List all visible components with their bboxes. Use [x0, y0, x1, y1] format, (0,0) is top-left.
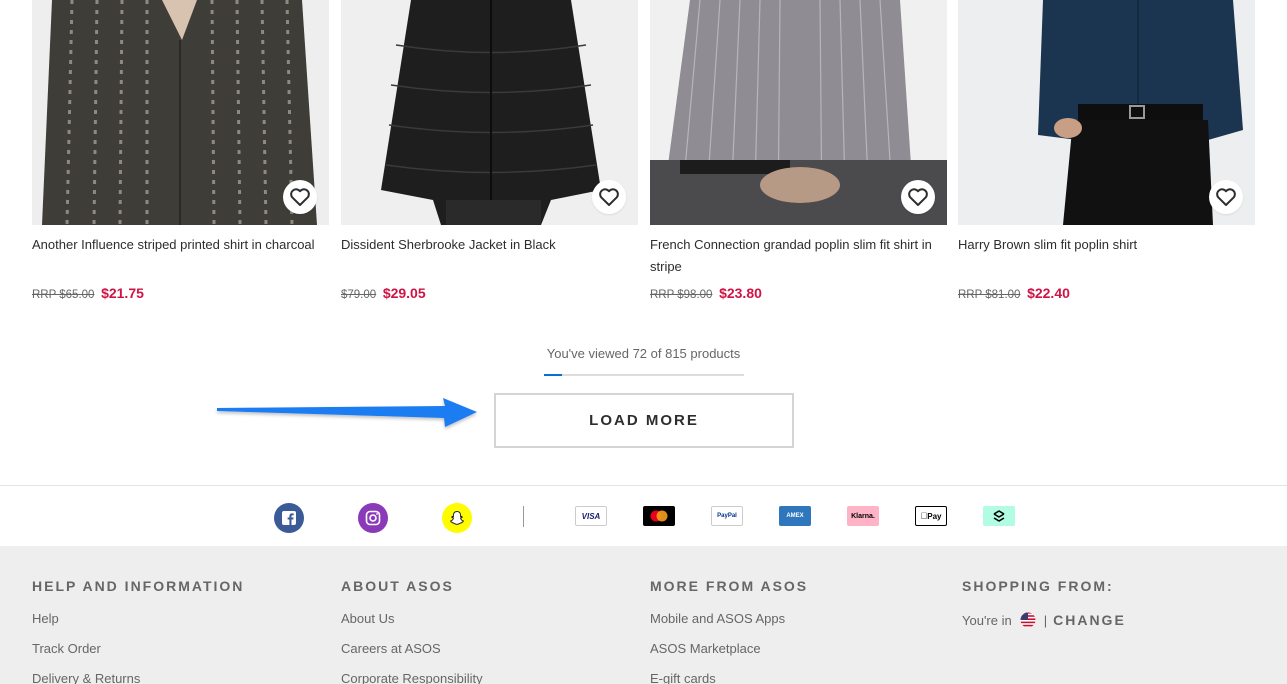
product-image[interactable] [650, 0, 947, 225]
facebook-link[interactable] [274, 503, 304, 533]
product-card[interactable]: Dissident Sherbrooke Jacket in Black $79… [341, 0, 638, 301]
original-price: RRP $81.00 [958, 289, 1021, 301]
instagram-icon [365, 510, 381, 526]
pointer-arrow-icon [217, 398, 477, 427]
separator: | [1043, 612, 1048, 628]
afterpay-icon [983, 506, 1015, 526]
heart-icon [908, 188, 928, 206]
footer-link-egift-cards[interactable]: E-gift cards [650, 672, 808, 684]
heart-icon [599, 188, 619, 206]
footer-link-help[interactable]: Help [32, 612, 244, 642]
product-name[interactable]: French Connection grandad poplin slim fi… [650, 234, 947, 278]
instagram-link[interactable] [358, 503, 388, 533]
footer-heading: MORE FROM ASOS [650, 578, 809, 594]
mastercard-icon [643, 506, 675, 526]
klarna-icon: Klarna. [847, 506, 879, 526]
heart-icon [290, 188, 310, 206]
footer-link-delivery-returns[interactable]: Delivery & Returns [32, 672, 244, 684]
product-card[interactable]: Another Influence striped printed shirt … [32, 0, 329, 301]
shipping-country: You're in | CHANGE [962, 612, 1126, 628]
product-price: RRP $98.00 $23.80 [650, 285, 947, 301]
product-image[interactable] [341, 0, 638, 225]
facebook-icon [282, 511, 296, 525]
footer-heading: SHOPPING FROM: [962, 578, 1114, 594]
footer-link-marketplace[interactable]: ASOS Marketplace [650, 642, 808, 672]
footer-link-corporate-responsibility[interactable]: Corporate Responsibility [341, 672, 483, 684]
footer-link-careers[interactable]: Careers at ASOS [341, 642, 483, 672]
product-card[interactable]: French Connection grandad poplin slim fi… [650, 0, 947, 301]
divider [523, 506, 524, 527]
product-price: RRP $81.00 $22.40 [958, 285, 1255, 301]
load-more-button[interactable]: LOAD MORE [494, 393, 794, 448]
wishlist-button[interactable] [1209, 180, 1243, 214]
product-image[interactable] [958, 0, 1255, 225]
change-country-link[interactable]: CHANGE [1053, 612, 1126, 628]
wishlist-button[interactable] [592, 180, 626, 214]
original-price: $79.00 [341, 289, 377, 301]
us-flag-icon [1020, 612, 1036, 628]
social-payment-bar: VISA PayPal AMEX Klarna. Pay [0, 485, 1287, 546]
footer-link-about-us[interactable]: About Us [341, 612, 483, 642]
product-price: RRP $65.00 $21.75 [32, 285, 329, 301]
original-price: RRP $65.00 [32, 289, 95, 301]
product-name[interactable]: Harry Brown slim fit poplin shirt [958, 234, 1255, 278]
footer-help-column: HELP AND INFORMATION Help Track Order De… [32, 578, 244, 684]
sale-price: $22.40 [1027, 285, 1070, 301]
product-grid: Another Influence striped printed shirt … [0, 0, 1287, 330]
footer-more-column: MORE FROM ASOS Mobile and ASOS Apps ASOS… [650, 578, 808, 684]
footer-link-track-order[interactable]: Track Order [32, 642, 244, 672]
footer-heading: HELP AND INFORMATION [32, 578, 245, 594]
viewed-count-text: You've viewed 72 of 815 products [546, 346, 741, 361]
youre-in-label: You're in [962, 612, 1012, 628]
product-image[interactable] [32, 0, 329, 225]
heart-icon [1216, 188, 1236, 206]
progress-bar [544, 374, 744, 376]
product-card[interactable]: Harry Brown slim fit poplin shirt RRP $8… [958, 0, 1255, 301]
paypal-icon: PayPal [711, 506, 743, 526]
applepay-icon: Pay [915, 506, 947, 526]
wishlist-button[interactable] [283, 180, 317, 214]
product-name[interactable]: Dissident Sherbrooke Jacket in Black [341, 234, 638, 278]
footer-link-mobile-apps[interactable]: Mobile and ASOS Apps [650, 612, 808, 642]
sale-price: $23.80 [719, 285, 762, 301]
sale-price: $29.05 [382, 285, 426, 301]
product-name[interactable]: Another Influence striped printed shirt … [32, 234, 329, 278]
product-price: $79.00 $29.05 [341, 285, 638, 301]
visa-icon: VISA [575, 506, 607, 526]
sale-price: $21.75 [101, 285, 144, 301]
footer-about-column: ABOUT ASOS About Us Careers at ASOS Corp… [341, 578, 483, 684]
footer-heading: ABOUT ASOS [341, 578, 454, 594]
snapchat-icon [450, 510, 464, 525]
footer-shopping-column: SHOPPING FROM: You're in | CHANGE [962, 578, 1126, 628]
site-footer: HELP AND INFORMATION Help Track Order De… [0, 546, 1287, 684]
snapchat-link[interactable] [442, 503, 472, 533]
applepay-label: Pay [923, 511, 941, 521]
original-price: RRP $98.00 [650, 289, 713, 301]
wishlist-button[interactable] [901, 180, 935, 214]
amex-icon: AMEX [779, 506, 811, 526]
progress-bar-fill [544, 374, 562, 376]
